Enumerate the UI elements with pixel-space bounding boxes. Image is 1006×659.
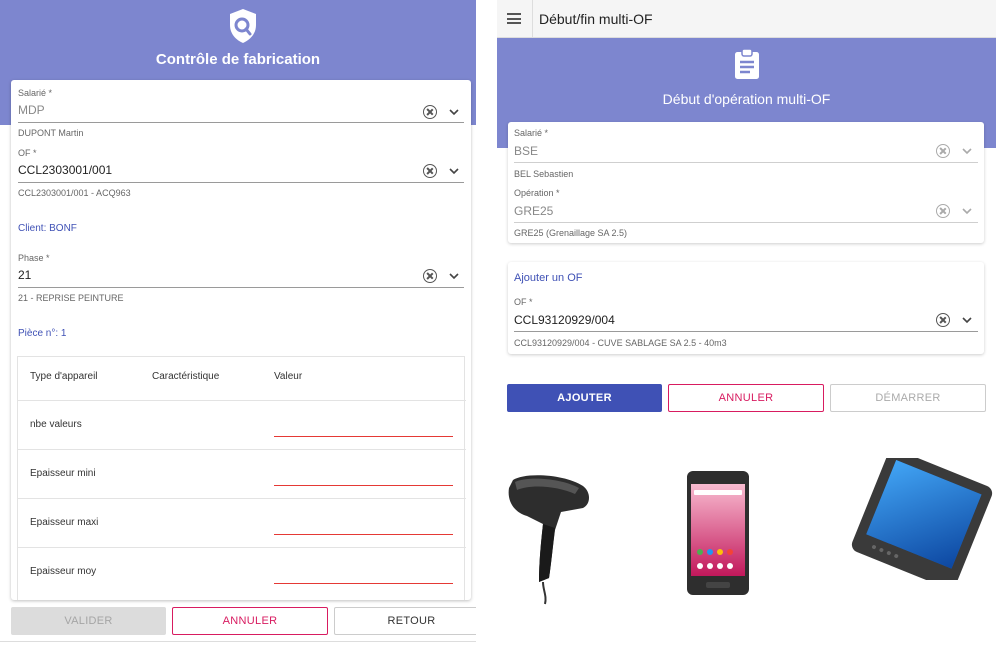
of-underline	[514, 331, 978, 332]
column-header-type: Type d'appareil	[30, 371, 98, 382]
chevron-down-icon[interactable]	[449, 107, 459, 117]
value-input[interactable]	[274, 583, 453, 584]
row-label: Epaisseur moy	[30, 566, 97, 577]
valider-button[interactable]: VALIDER	[11, 607, 166, 635]
salarie-hint: DUPONT Martin	[18, 128, 84, 138]
phase-underline	[18, 287, 464, 288]
phase-hint: 21 - REPRISE PEINTURE	[18, 293, 124, 303]
salarie-underline	[514, 162, 978, 163]
clear-icon[interactable]	[423, 164, 437, 178]
salarie-hint: BEL Sebastien	[514, 169, 574, 179]
chevron-down-icon[interactable]	[449, 166, 459, 176]
operation-hint: GRE25 (Grenaillage SA 2.5)	[514, 228, 628, 238]
chevron-down-icon[interactable]	[962, 206, 972, 216]
ajouter-button[interactable]: AJOUTER	[507, 384, 662, 412]
phase-input[interactable]: 21	[18, 268, 31, 282]
clear-icon[interactable]	[936, 204, 950, 218]
table-row: Epaisseur maxi	[18, 498, 466, 547]
clear-icon[interactable]	[936, 313, 950, 327]
table-row: Epaisseur moy	[18, 547, 466, 596]
measurement-table: Type d'appareil Caractéristique Valeur n…	[17, 356, 466, 600]
phase-label: Phase *	[18, 253, 50, 263]
of-underline	[18, 182, 464, 183]
table-row: Epaisseur mini	[18, 449, 466, 498]
retour-button[interactable]: RETOUR	[334, 607, 476, 635]
table-row: nbe valeurs	[18, 400, 466, 449]
row-label: Epaisseur mini	[30, 468, 96, 479]
salarie-input[interactable]: MDP	[18, 103, 45, 117]
page-title: Contrôle de fabrication	[155, 51, 321, 68]
clear-icon[interactable]	[936, 144, 950, 158]
piece-label: Pièce n°: 1	[18, 328, 67, 339]
column-header-valeur: Valeur	[274, 371, 303, 382]
add-of-title: Ajouter un OF	[514, 272, 583, 284]
clear-icon[interactable]	[423, 269, 437, 283]
chevron-down-icon[interactable]	[449, 271, 459, 281]
salarie-label: Salarié *	[514, 128, 549, 138]
of-input[interactable]: CCL2303001/001	[18, 163, 112, 177]
app-bar-title: Début/fin multi-OF	[539, 11, 653, 27]
row-label: Epaisseur maxi	[30, 517, 99, 528]
operation-card: Salarié * BSE BEL Sebastien Opération * …	[508, 122, 984, 243]
search-shield-icon	[230, 9, 256, 43]
of-hint: CCL2303001/001 - ACQ963	[18, 188, 131, 198]
of-label: OF *	[514, 297, 533, 307]
client-label: Client: BONF	[18, 223, 77, 234]
column-header-caracteristique: Caractéristique	[152, 371, 220, 382]
salarie-input[interactable]: BSE	[514, 144, 538, 158]
topbar-divider	[532, 0, 533, 38]
fabrication-control-screen: Contrôle de fabrication Salarié * MDP DU…	[0, 0, 476, 651]
hamburger-menu-icon[interactable]	[507, 13, 521, 24]
salarie-underline	[18, 122, 464, 123]
add-of-card: Ajouter un OF OF * CCL93120929/004 CCL93…	[508, 262, 984, 354]
salarie-label: Salarié *	[18, 88, 53, 98]
annuler-button[interactable]: ANNULER	[668, 384, 824, 412]
of-input[interactable]: CCL93120929/004	[514, 313, 615, 327]
top-app-bar: Début/fin multi-OF	[497, 0, 996, 38]
demarrer-button[interactable]: DÉMARRER	[830, 384, 986, 412]
clipboard-icon	[735, 48, 759, 79]
form-card: Salarié * MDP DUPONT Martin OF * CCL2303…	[11, 80, 471, 600]
rugged-tablet-image	[851, 458, 993, 580]
value-input[interactable]	[274, 485, 453, 486]
of-hint: CCL93120929/004 - CUVE SABLAGE SA 2.5 - …	[514, 338, 727, 348]
android-handheld-image	[687, 471, 749, 595]
row-label: nbe valeurs	[30, 419, 82, 430]
multi-of-screen: Début/fin multi-OF Début d'opération mul…	[497, 0, 996, 421]
annuler-button[interactable]: ANNULER	[172, 607, 328, 635]
value-input[interactable]	[274, 534, 453, 535]
chevron-down-icon[interactable]	[962, 315, 972, 325]
barcode-scanner-image	[508, 475, 589, 605]
value-input[interactable]	[274, 436, 453, 437]
of-label: OF *	[18, 148, 37, 158]
operation-input[interactable]: GRE25	[514, 204, 553, 218]
screenshot-composite: Contrôle de fabrication Salarié * MDP DU…	[0, 0, 1006, 659]
clear-icon[interactable]	[423, 105, 437, 119]
operation-label: Opération *	[514, 188, 560, 198]
page-title: Début d'opération multi-OF	[662, 91, 831, 107]
chevron-down-icon[interactable]	[962, 146, 972, 156]
operation-underline	[514, 222, 978, 223]
bottom-strip	[0, 641, 476, 651]
